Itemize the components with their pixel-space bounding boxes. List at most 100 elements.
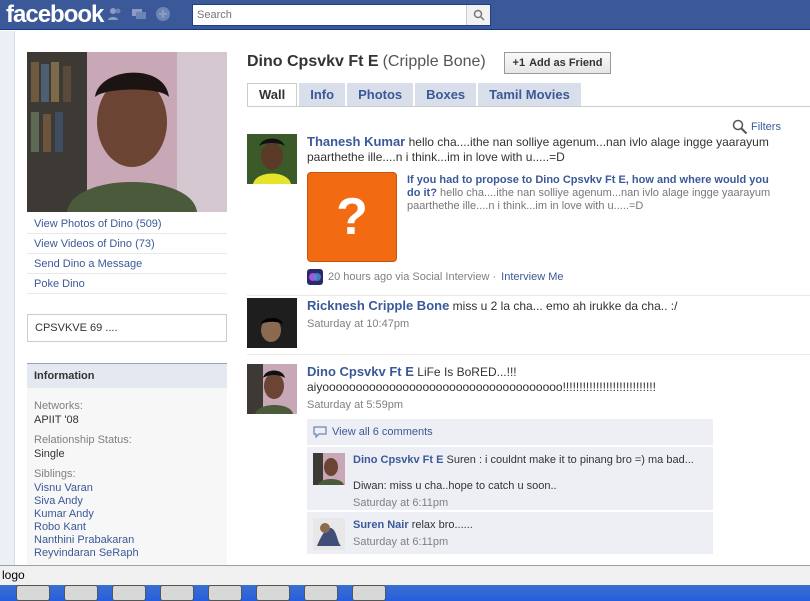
actor-name[interactable]: Ricknesh Cripple Bone bbox=[307, 298, 449, 313]
add-friend-label: Add as Friend bbox=[529, 57, 603, 69]
taskbar-app-icon[interactable] bbox=[112, 585, 146, 601]
taskbar-app-icon[interactable] bbox=[208, 585, 242, 601]
comment-text: Suren Nair relax bro...... bbox=[353, 518, 707, 532]
taskbar-app-icon[interactable] bbox=[64, 585, 98, 601]
view-videos-link[interactable]: View Videos of Dino (73) bbox=[27, 234, 227, 254]
comments-section: View all 6 comments Dino Cpsvkv Ft E Sur… bbox=[307, 419, 713, 554]
taskbar-app-icon[interactable] bbox=[16, 585, 50, 601]
magnifier-icon bbox=[732, 119, 748, 135]
os-taskbar bbox=[0, 585, 810, 601]
interview-me-link[interactable]: Interview Me bbox=[501, 271, 563, 283]
comment: Suren Nair relax bro...... Saturday at 6… bbox=[307, 512, 713, 554]
search-input[interactable] bbox=[193, 5, 465, 25]
networks-label: Networks: bbox=[34, 400, 83, 412]
status-box: CPSVKVE 69 .... bbox=[27, 314, 227, 342]
comment-body-line: Diwan: miss u cha..hope to catch u soon.… bbox=[353, 480, 557, 492]
tab-photos[interactable]: Photos bbox=[347, 83, 414, 107]
sibling-link[interactable]: Visnu Varan bbox=[34, 482, 220, 495]
post-text: Ricknesh Cripple Bone miss u 2 la cha...… bbox=[307, 298, 807, 314]
content: View Photos of Dino (509) View Videos of… bbox=[14, 31, 810, 565]
tab-boxes[interactable]: Boxes bbox=[415, 83, 477, 107]
post-body: Thanesh Kumar hello cha....ithe nan soll… bbox=[307, 134, 807, 165]
taskbar-app-icon[interactable] bbox=[352, 585, 386, 601]
comment-text: Dino Cpsvkv Ft E Suren : i couldnt make … bbox=[353, 453, 707, 467]
siblings-label: Siblings: bbox=[34, 468, 76, 480]
friends-icon[interactable] bbox=[106, 5, 124, 23]
comment: Dino Cpsvkv Ft E Suren : i couldnt make … bbox=[307, 447, 713, 510]
sibling-link[interactable]: Robo Kant bbox=[34, 521, 220, 534]
search-icon bbox=[473, 9, 485, 21]
post-divider bbox=[247, 295, 810, 296]
actor-name[interactable]: Dino Cpsvkv Ft E bbox=[307, 364, 414, 379]
top-bar: facebook bbox=[0, 0, 810, 30]
wall-post: Dino Cpsvkv Ft E LiFe Is BoRED...!!! aiy… bbox=[247, 364, 810, 564]
browser-status-bar: logo bbox=[0, 565, 810, 585]
view-photos-link[interactable]: View Photos of Dino (509) bbox=[27, 214, 227, 234]
view-all-comments-label: View all 6 comments bbox=[332, 426, 433, 438]
post-message: miss u 2 la cha... emo ah irukke da cha.… bbox=[452, 299, 678, 313]
top-icons bbox=[106, 5, 172, 23]
filters-button[interactable]: Filters bbox=[732, 119, 781, 135]
relationship-label: Relationship Status: bbox=[34, 434, 132, 446]
question-answer: hello cha....ithe nan solliye agenum...n… bbox=[407, 187, 771, 212]
question-image[interactable]: ? bbox=[307, 172, 397, 262]
profile-actions: View Photos of Dino (509) View Videos of… bbox=[27, 214, 227, 294]
wall-post: Ricknesh Cripple Bone miss u 2 la cha...… bbox=[247, 298, 810, 350]
tab-info[interactable]: Info bbox=[299, 83, 346, 107]
post-body: Dino Cpsvkv Ft E LiFe Is BoRED...!!! aiy… bbox=[307, 364, 807, 411]
messages-icon[interactable] bbox=[130, 5, 148, 23]
information-title: Information bbox=[27, 364, 227, 388]
comment-body: Suren : i couldnt make it to pinang bro … bbox=[446, 454, 694, 466]
information-body: Networks: APIIT '08 Relationship Status:… bbox=[27, 388, 227, 565]
profile-tabs: Wall Info Photos Boxes Tamil Movies bbox=[247, 83, 581, 107]
post-time: 20 hours ago via Social Interview · bbox=[328, 271, 497, 283]
send-message-link[interactable]: Send Dino a Message bbox=[27, 254, 227, 274]
commenter-avatar[interactable] bbox=[313, 453, 345, 485]
add-friend-icon: +1 bbox=[512, 57, 526, 69]
profile-name: Dino Cpsvkv Ft E bbox=[247, 53, 379, 70]
profile-nickname: (Cripple Bone) bbox=[382, 53, 486, 70]
post-text: Thanesh Kumar hello cha....ithe nan soll… bbox=[307, 134, 807, 165]
taskbar-app-icon[interactable] bbox=[256, 585, 290, 601]
information-box: Information Networks: APIIT '08 Relation… bbox=[27, 363, 227, 565]
view-all-comments[interactable]: View all 6 comments bbox=[307, 419, 713, 445]
wall-post: Thanesh Kumar hello cha....ithe nan soll… bbox=[247, 134, 810, 285]
post-text: Dino Cpsvkv Ft E LiFe Is BoRED...!!! aiy… bbox=[307, 364, 807, 395]
search-box bbox=[192, 4, 491, 26]
post-meta: 20 hours ago via Social Interview · Inte… bbox=[307, 269, 564, 285]
page: View Photos of Dino (509) View Videos of… bbox=[0, 31, 810, 565]
commenter-name[interactable]: Dino Cpsvkv Ft E bbox=[353, 454, 443, 466]
post-body: Ricknesh Cripple Bone miss u 2 la cha...… bbox=[307, 298, 807, 330]
sibling-link[interactable]: Nanthini Prabakaran bbox=[34, 534, 220, 547]
tab-wall[interactable]: Wall bbox=[247, 83, 298, 107]
facebook-logo[interactable]: facebook bbox=[6, 1, 104, 29]
comment-time: Saturday at 6:11pm bbox=[353, 536, 449, 548]
post-time[interactable]: Saturday at 5:59pm bbox=[307, 399, 807, 411]
search-button[interactable] bbox=[466, 5, 490, 25]
tab-tamil-movies[interactable]: Tamil Movies bbox=[478, 83, 581, 107]
poke-link[interactable]: Poke Dino bbox=[27, 274, 227, 294]
social-interview-app-icon bbox=[307, 269, 323, 285]
actor-avatar[interactable] bbox=[247, 298, 297, 348]
actor-avatar[interactable] bbox=[247, 134, 297, 184]
comment-body: relax bro...... bbox=[411, 519, 473, 531]
actor-name[interactable]: Thanesh Kumar bbox=[307, 134, 405, 149]
profile-picture[interactable] bbox=[27, 52, 227, 212]
actor-avatar[interactable] bbox=[247, 364, 297, 414]
comment-time: Saturday at 6:11pm bbox=[353, 497, 449, 509]
sibling-link[interactable]: Kumar Andy bbox=[34, 508, 220, 521]
question-content: If you had to propose to Dino Cpsvkv Ft … bbox=[407, 174, 777, 213]
taskbar-app-icon[interactable] bbox=[160, 585, 194, 601]
commenter-avatar[interactable] bbox=[313, 518, 345, 550]
notifications-icon[interactable] bbox=[154, 5, 172, 23]
relationship-value: Single bbox=[34, 448, 65, 460]
commenter-name[interactable]: Suren Nair bbox=[353, 519, 409, 531]
filters-label: Filters bbox=[751, 121, 781, 133]
tab-divider bbox=[247, 106, 810, 107]
taskbar-app-icon[interactable] bbox=[304, 585, 338, 601]
comment-icon bbox=[313, 426, 327, 438]
post-time[interactable]: Saturday at 10:47pm bbox=[307, 318, 807, 330]
sibling-link[interactable]: Reyvindaran SeRaph bbox=[34, 547, 220, 560]
sibling-link[interactable]: Siva Andy bbox=[34, 495, 220, 508]
add-friend-button[interactable]: +1 Add as Friend bbox=[504, 52, 611, 74]
